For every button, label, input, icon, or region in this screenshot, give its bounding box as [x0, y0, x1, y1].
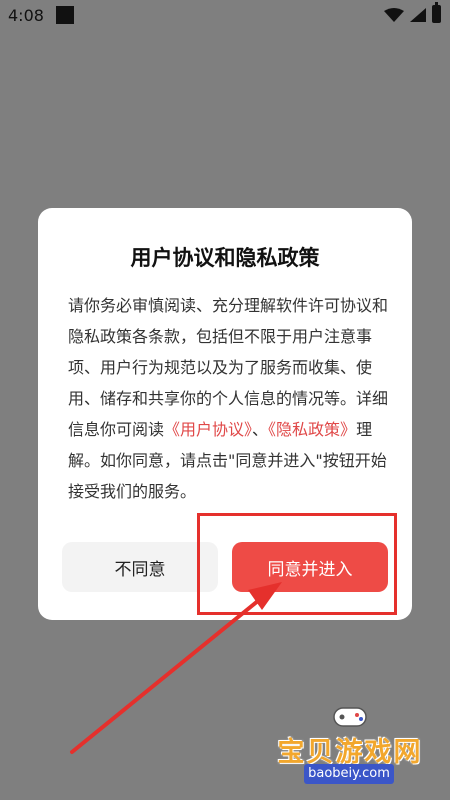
gamepad-icon [333, 707, 367, 727]
annotation-arrow-icon [70, 582, 282, 754]
watermark: 宝贝游戏网 baobeiy.com [270, 700, 430, 790]
watermark-url: baobeiy.com [304, 764, 394, 784]
